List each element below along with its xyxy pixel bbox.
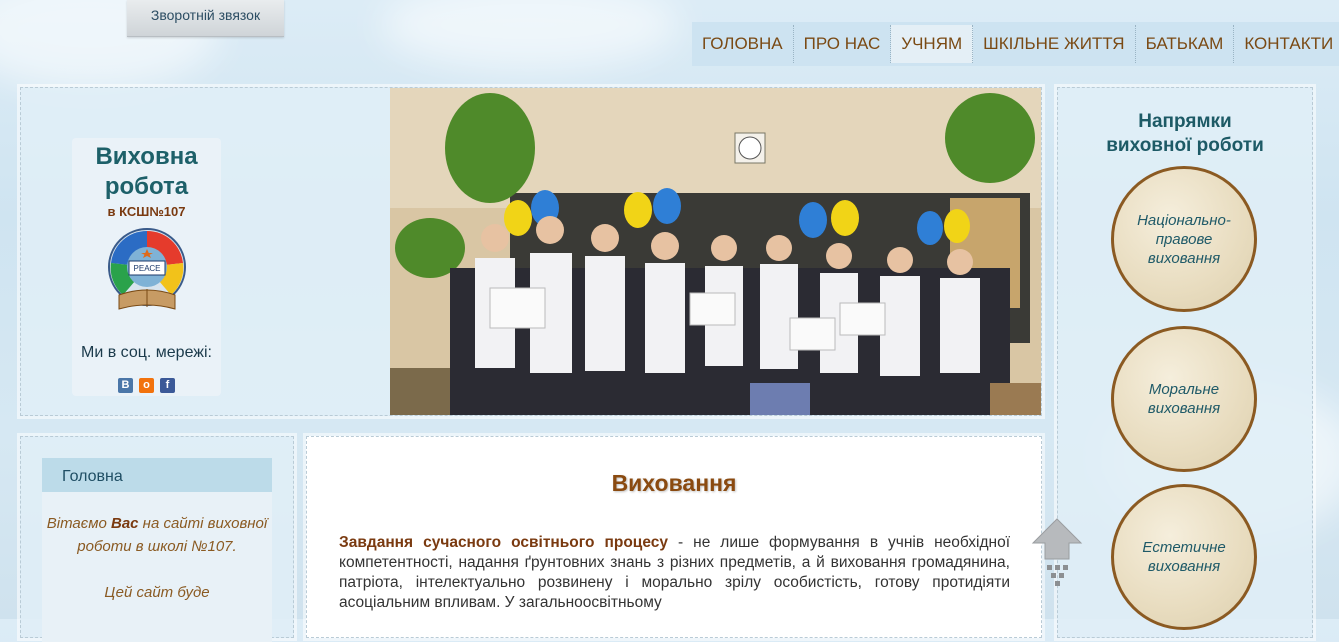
- nav-contacts[interactable]: КОНТАКТИ: [1234, 25, 1339, 63]
- top-nav: ГОЛОВНА ПРО НАС УЧНЯМ ШКІЛЬНЕ ЖИТТЯ БАТЬ…: [692, 22, 1339, 66]
- welcome-pre: Вітаємо: [46, 515, 111, 532]
- school-emblem-icon: РЕАСЕ: [107, 228, 186, 310]
- sidebar-item-home[interactable]: Головна: [42, 458, 272, 492]
- direction-label: Естетичне виховання: [1142, 539, 1226, 575]
- header-panel: Виховна робота в КСШ№107 РЕАСЕ Ми в соц.…: [20, 87, 1042, 416]
- feedback-button[interactable]: Зворотній звязок: [127, 0, 284, 37]
- direction-national-legal[interactable]: Національно-правове виховання: [1111, 166, 1257, 312]
- site-subtitle: в КСШ№107: [107, 204, 186, 219]
- nav-school-life[interactable]: ШКІЛЬНЕ ЖИТТЯ: [973, 25, 1136, 63]
- welcome-text: Вітаємо Вас на сайті виховної роботи в ш…: [42, 492, 272, 642]
- scroll-top-icon[interactable]: [1031, 517, 1083, 589]
- welcome-more: Цей сайт буде: [104, 584, 210, 601]
- social-icons: В о f: [72, 378, 221, 393]
- brand-card: Виховна робота в КСШ№107 РЕАСЕ Ми в соц.…: [72, 138, 221, 396]
- site-title: Виховна робота: [95, 143, 198, 200]
- class-photo: [390, 88, 1041, 415]
- direction-label: Моральне виховання: [1147, 381, 1221, 417]
- welcome-bold: Вас: [110, 515, 139, 532]
- direction-moral[interactable]: Моральне виховання: [1111, 326, 1257, 472]
- right-sidebar: Напрямки виховної роботи Національно-пра…: [1057, 87, 1313, 638]
- facebook-icon[interactable]: f: [160, 378, 175, 393]
- social-label: Ми в соц. мережі:: [80, 344, 212, 361]
- left-sidebar: Головна Вітаємо Вас на сайті виховної ро…: [20, 436, 294, 642]
- svg-text:РЕАСЕ: РЕАСЕ: [133, 264, 160, 273]
- direction-aesthetic[interactable]: Естетичне виховання: [1111, 484, 1257, 630]
- directions-title: Напрямки виховної роботи: [1106, 111, 1264, 156]
- nav-students[interactable]: УЧНЯМ: [891, 25, 974, 63]
- content-lead: Завдання сучасного освітнього процесу: [339, 534, 668, 551]
- content-text: Завдання сучасного освітнього процесу - …: [339, 533, 1010, 613]
- main-content: Виховання Завдання сучасного освітнього …: [306, 436, 1042, 638]
- nav-about[interactable]: ПРО НАС: [794, 25, 892, 63]
- nav-home[interactable]: ГОЛОВНА: [692, 25, 794, 63]
- nav-parents[interactable]: БАТЬКАМ: [1136, 25, 1235, 63]
- page-title: Виховання: [611, 470, 737, 496]
- direction-label: Національно-правове виховання: [1137, 211, 1231, 267]
- odnoklassniki-icon[interactable]: о: [139, 378, 154, 393]
- vk-icon[interactable]: В: [118, 378, 133, 393]
